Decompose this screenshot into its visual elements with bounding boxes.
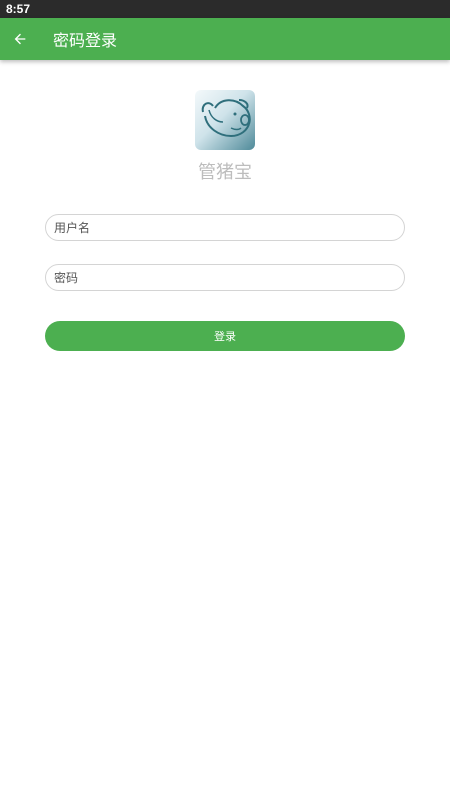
username-input[interactable] [45, 214, 405, 241]
page-title: 密码登录 [53, 31, 118, 50]
app-bar: 密码登录 [0, 18, 450, 60]
app-logo [195, 90, 255, 150]
back-button[interactable] [0, 18, 40, 60]
password-input[interactable] [45, 264, 405, 291]
status-bar: 8:57 [0, 0, 450, 18]
login-button[interactable]: 登录 [45, 321, 405, 351]
pig-logo-icon [201, 99, 251, 138]
status-time: 8:57 [6, 2, 31, 16]
app-name: 管猪宝 [198, 162, 252, 183]
arrow-left-icon [14, 33, 26, 45]
